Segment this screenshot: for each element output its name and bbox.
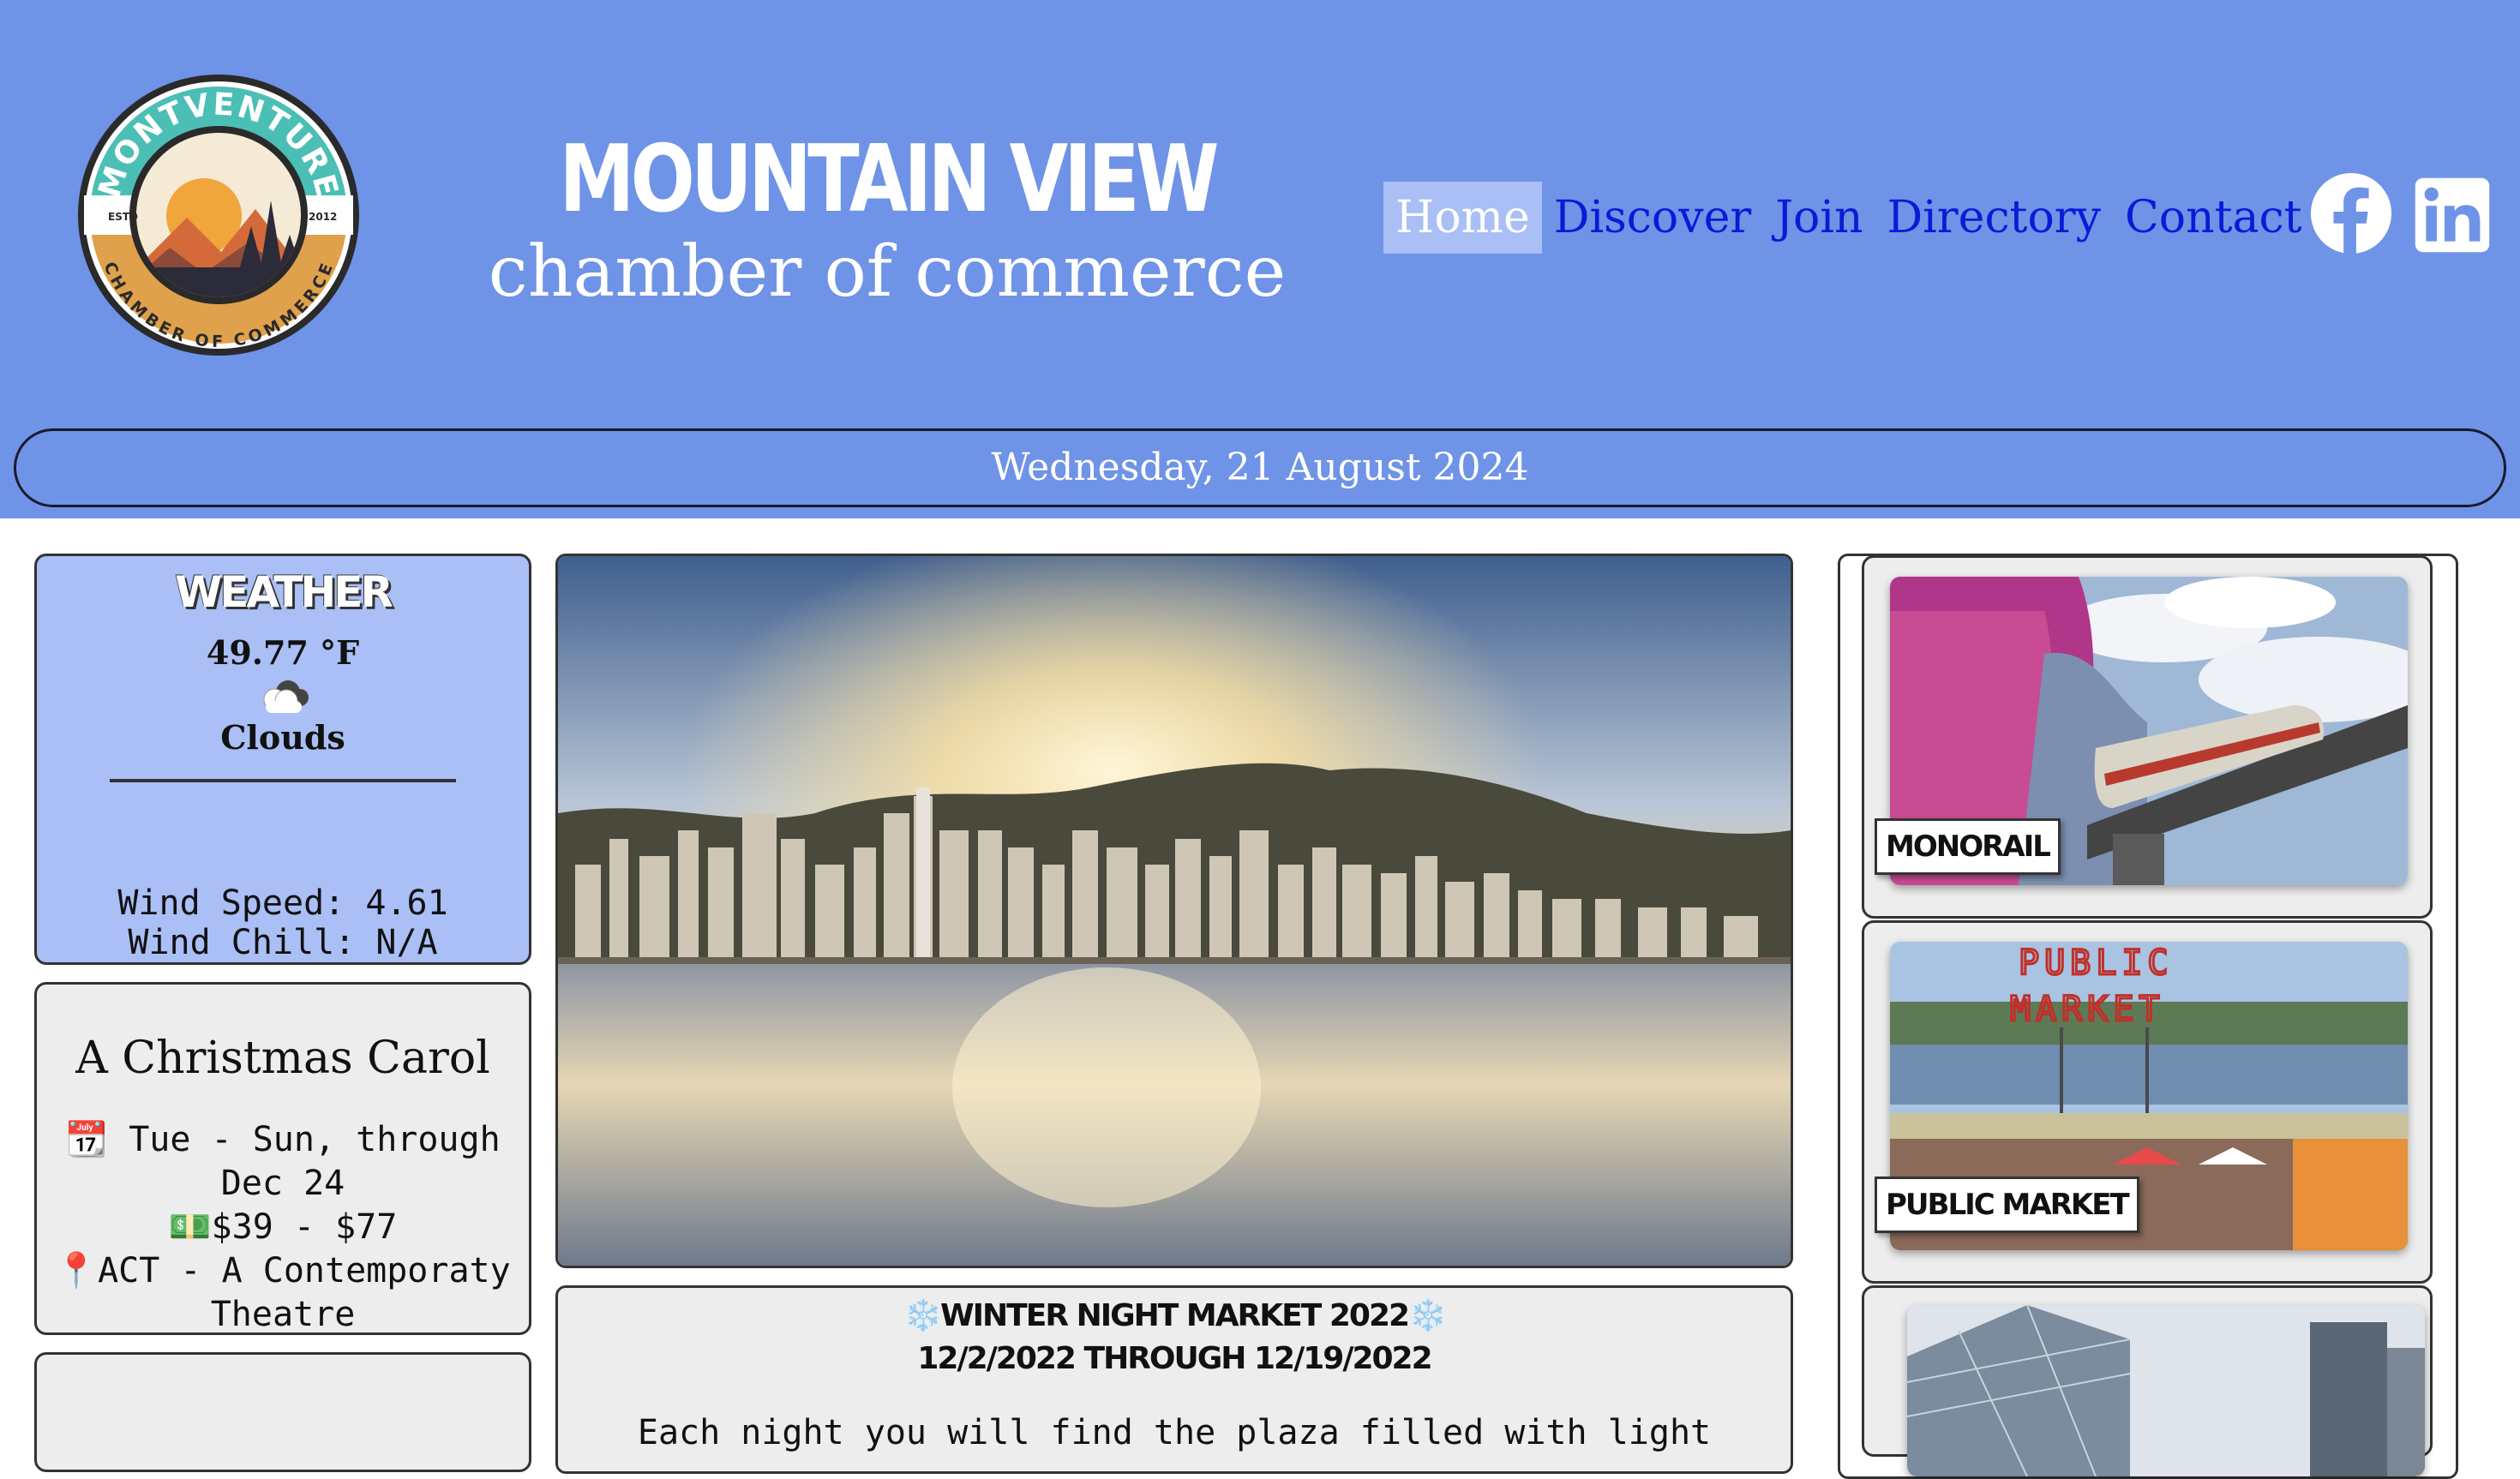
event-card[interactable]: A Christmas Carol 📆 Tue - Sun, through D… [34,982,531,1335]
svg-text:ESTD: ESTD [108,211,138,223]
money-icon: 💵 [168,1207,212,1247]
site-title-main: MOUNTAIN VIEW [559,126,1219,233]
snowflake-icon: ❄️ [903,1298,942,1333]
location-pin-icon: 📍 [55,1251,99,1290]
event-card-next[interactable] [34,1352,531,1472]
main-nav: Home Discover Join Directory Contact [1383,182,2314,254]
site-title-sub: chamber of commerce [488,231,1287,313]
current-date-bar: Wednesday, 21 August 2024 [14,428,2506,507]
nav-join[interactable]: Join [1763,182,1875,254]
feature-card-monorail[interactable]: MONORAIL [1862,555,2433,919]
cloud-icon [263,680,309,713]
weather-temperature: 49.77 °F [206,633,360,672]
chamber-logo[interactable]: MONTVENTURE CHAMBER OF COMMERCE ESTD 201… [75,72,362,358]
feature-label: PUBLIC MARKET [1875,1177,2139,1233]
event-details: 📆 Tue - Sun, through Dec 24 💵$39 - $77 📍… [37,1118,529,1337]
nav-discover[interactable]: Discover [1542,182,1763,254]
wind-chill: Wind Chill: N/A [128,923,438,962]
weather-condition: Clouds [220,718,345,757]
linkedin-icon[interactable] [2414,177,2491,254]
calendar-icon: 📆 [65,1120,109,1159]
weather-divider [110,779,456,782]
svg-text:PUBLIC: PUBLIC [2019,943,2174,983]
feature-card-public-market[interactable]: PUBLIC MARKET PUBLIC MARKET [1862,920,2433,1284]
market-title: ❄️WINTER NIGHT MARKET 2022❄️ [903,1298,1447,1333]
library-image [1907,1305,2425,1476]
event-price: $39 - $77 [211,1207,398,1247]
svg-text:2012: 2012 [309,211,337,223]
site-title: MOUNTAIN VIEW chamber of commerce [480,129,1294,314]
feature-card-library[interactable] [1862,1285,2433,1476]
market-card[interactable]: ❄️WINTER NIGHT MARKET 2022❄️ 12/2/2022 T… [555,1285,1793,1474]
event-location: ACT - A Contemporaty Theatre [98,1251,511,1334]
weather-card: WEATHER 49.77 °F Clouds Wind Speed: 4.61… [34,554,531,965]
hero-image [555,554,1793,1268]
nav-home[interactable]: Home [1383,182,1542,254]
snowflake-icon: ❄️ [1408,1298,1447,1333]
site-header: MONTVENTURE CHAMBER OF COMMERCE ESTD 201… [0,0,2520,518]
facebook-icon[interactable] [2309,171,2393,255]
svg-text:MARKET: MARKET [2010,990,2165,1029]
weather-wind: Wind Speed: 4.61 Wind Chill: N/A [37,883,529,962]
feature-label: MONORAIL [1875,818,2061,875]
wind-speed: Wind Speed: 4.61 [117,883,448,923]
weather-title: WEATHER [175,567,393,617]
nav-directory[interactable]: Directory [1875,182,2113,254]
nav-contact[interactable]: Contact [2113,182,2314,254]
market-description: Each night you will find the plaza fille… [637,1413,1712,1452]
market-dates: 12/2/2022 THROUGH 12/19/2022 [917,1341,1432,1376]
event-schedule: Tue - Sun, through Dec 24 [129,1120,501,1203]
event-title: A Christmas Carol [75,1033,490,1084]
